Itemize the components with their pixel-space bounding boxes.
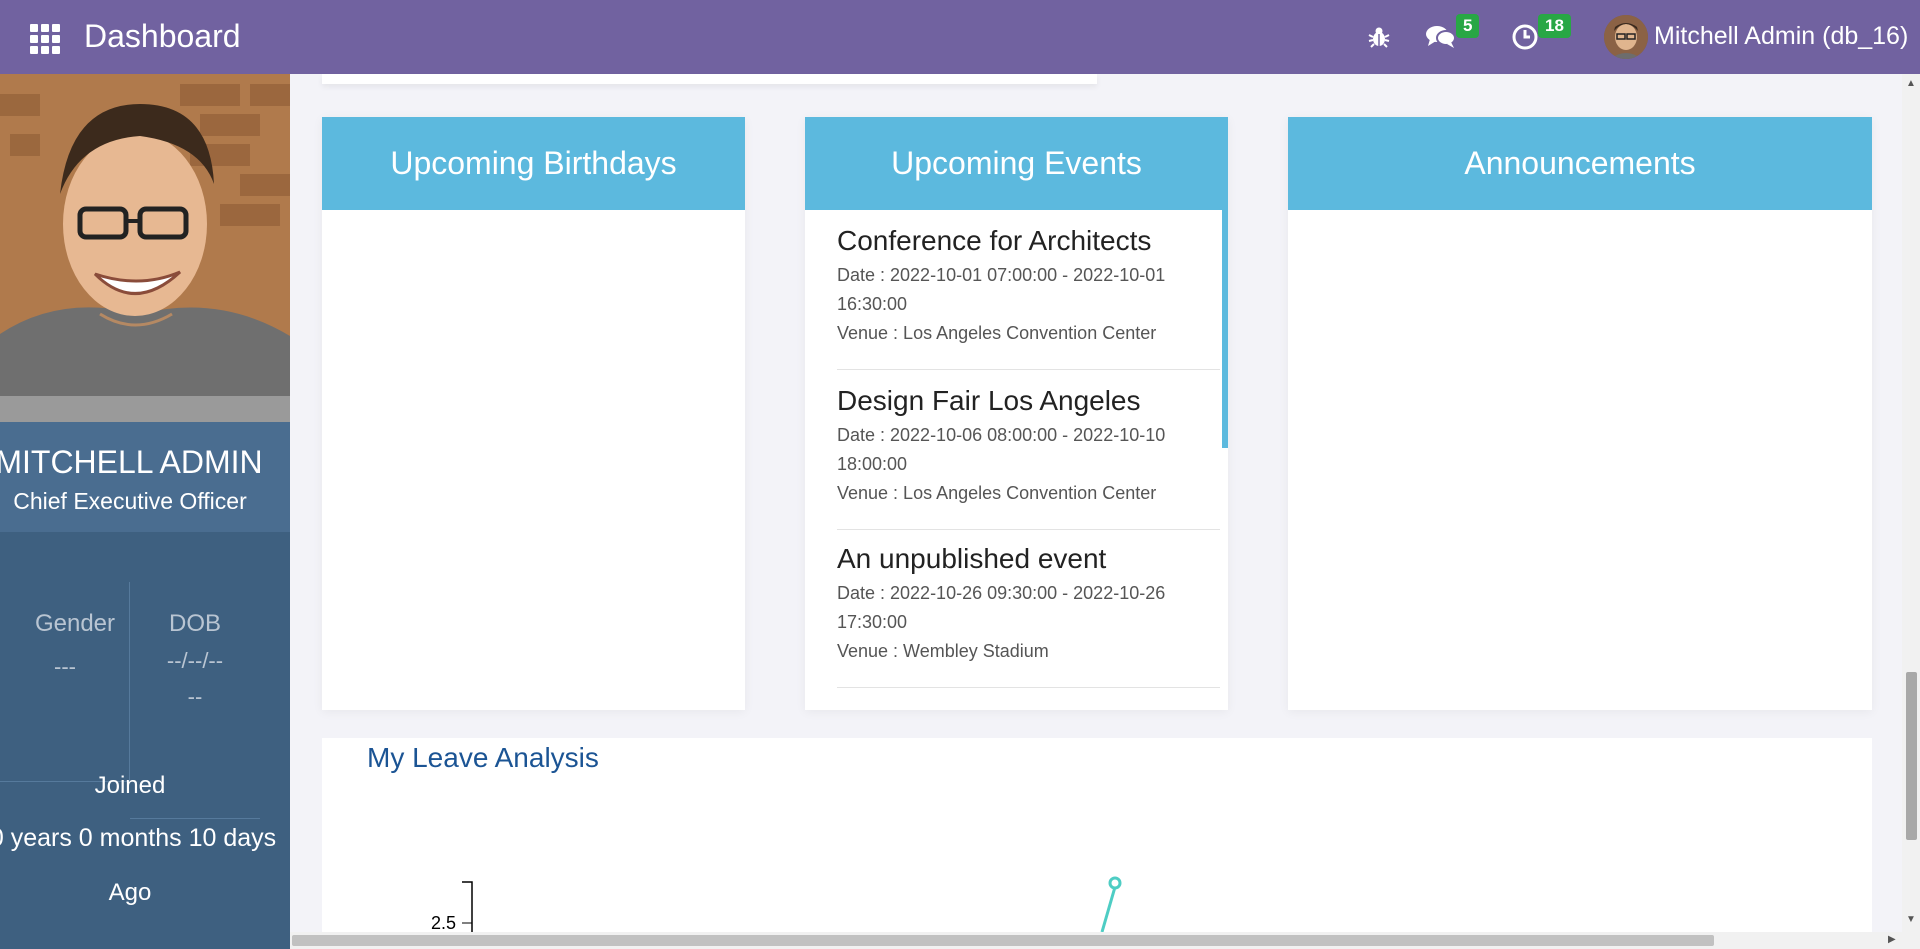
scroll-right-icon[interactable]: ▶: [1888, 934, 1896, 945]
list-item[interactable]: Design Fair Los Angeles Date : 2022-10-0…: [837, 384, 1220, 530]
vertical-scroll-thumb[interactable]: [1906, 672, 1917, 840]
events-card-title: Upcoming Events: [805, 117, 1228, 210]
user-menu[interactable]: Mitchell Admin (db_16): [1654, 22, 1908, 51]
event-date-end: 16:30:00: [837, 294, 908, 314]
gender-value: ---: [54, 654, 76, 679]
list-item[interactable]: Conference for Architects Date : 2022-10…: [837, 224, 1220, 370]
sidebar-divider: [130, 818, 260, 819]
event-venue: Venue : Los Angeles Convention Center: [837, 483, 1157, 503]
y-tick-label: 2.5: [431, 913, 456, 932]
previous-card-edge: [322, 74, 1097, 84]
birthdays-card-title: Upcoming Birthdays: [322, 117, 745, 210]
data-point[interactable]: [1108, 876, 1122, 890]
photo-divider: [0, 396, 290, 422]
event-title[interactable]: An unpublished event: [837, 542, 1220, 576]
events-list[interactable]: Conference for Architects Date : 2022-10…: [805, 210, 1220, 710]
joined-duration: 0 years 0 months 10 days: [0, 824, 277, 852]
joined-suffix: Ago: [108, 879, 152, 906]
event-date-end: 17:30:00: [837, 612, 908, 632]
gender-label: Gender: [34, 610, 116, 637]
messages-badge: 5: [1456, 14, 1480, 38]
dob-value: --/--/--: [166, 648, 224, 673]
activities-badge: 18: [1538, 14, 1571, 38]
joined-label: Joined: [94, 772, 166, 799]
page-title: Dashboard: [84, 18, 241, 54]
apps-grid-icon[interactable]: [30, 24, 60, 54]
event-date: Date : 2022-10-01 07:00:00 - 2022-10-01: [837, 265, 1166, 285]
announcements-card: Announcements: [1288, 117, 1872, 710]
profile-sidebar: MITCHELL ADMIN Chief Executive Officer G…: [0, 74, 290, 949]
scroll-up-icon[interactable]: ▲: [1906, 78, 1916, 89]
dob-label: DOB: [168, 610, 221, 637]
scroll-down-icon[interactable]: ▼: [1906, 914, 1916, 925]
employee-name: MITCHELL ADMIN: [0, 444, 263, 480]
event-venue: Venue : Wembley Stadium: [837, 641, 1049, 661]
y-axis: [462, 881, 473, 932]
employee-job-title: Chief Executive Officer: [13, 488, 247, 514]
event-date: Date : 2022-10-06 08:00:00 - 2022-10-10: [837, 425, 1166, 445]
birthdays-card: Upcoming Birthdays: [322, 117, 745, 710]
profile-photo: [0, 74, 290, 396]
series-line: [1100, 886, 1117, 932]
event-venue: Venue : Los Angeles Convention Center: [837, 323, 1157, 343]
event-date: Date : 2022-10-26 09:30:00 - 2022-10-26: [837, 583, 1166, 603]
horizontal-scroll-thumb[interactable]: [292, 935, 1714, 946]
events-card: Upcoming Events Conference for Architect…: [805, 117, 1228, 710]
leave-chart: 2.5: [431, 876, 1122, 932]
chat-icon[interactable]: [1424, 20, 1458, 54]
event-title[interactable]: Conference for Architects: [837, 224, 1220, 258]
announcements-card-title: Announcements: [1288, 117, 1872, 210]
event-title[interactable]: Design Fair Los Angeles: [837, 384, 1220, 418]
bug-icon[interactable]: [1362, 20, 1396, 54]
leave-analysis-title: My Leave Analysis: [367, 742, 599, 773]
top-navbar: Dashboard 5 18 Mitchell Admin (db_16): [0, 0, 1920, 74]
avatar[interactable]: [1604, 15, 1648, 59]
clock-icon[interactable]: [1508, 20, 1542, 54]
events-scrollbar[interactable]: [1222, 210, 1228, 448]
event-date-end: 18:00:00: [837, 454, 908, 474]
dob-extra: --: [187, 684, 203, 709]
list-item[interactable]: An unpublished event Date : 2022-10-26 0…: [837, 542, 1220, 688]
